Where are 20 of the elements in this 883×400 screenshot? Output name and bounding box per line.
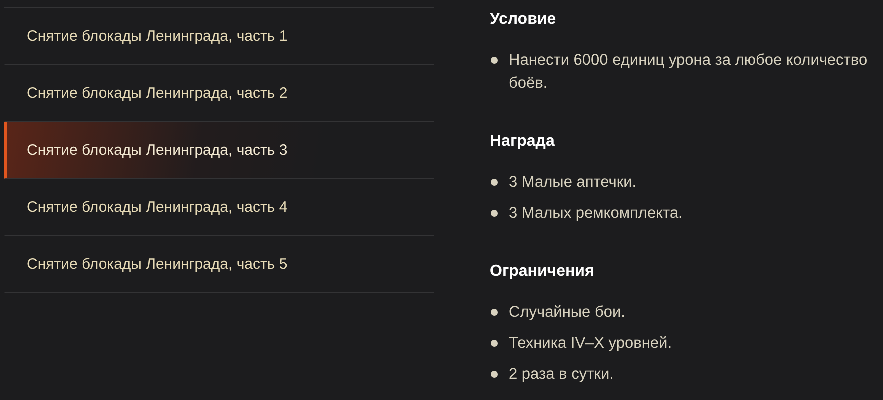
bullet-icon — [491, 210, 498, 217]
list-text: 3 Малые аптечки. — [509, 173, 637, 193]
bullet-icon — [491, 309, 498, 316]
list-text: 3 Малых ремкомплекта. — [509, 204, 683, 224]
mission-item[interactable]: Снятие блокады Ленинграда, часть 3 — [4, 122, 434, 179]
bullet-icon — [491, 371, 498, 378]
bullet-icon — [491, 179, 498, 186]
list-text: Случайные бои. — [509, 303, 626, 323]
section-heading: Условие — [490, 10, 558, 30]
section-heading: Награда — [490, 132, 556, 152]
mission-item[interactable]: Снятие блокады Ленинграда, часть 4 — [4, 179, 434, 236]
list-text: Техника IV–X уровней. — [509, 334, 672, 354]
mission-item[interactable]: Снятие блокады Ленинграда, часть 1 — [4, 8, 434, 65]
mission-item[interactable]: Снятие блокады Ленинграда, часть 5 — [4, 236, 434, 293]
mission-item[interactable]: Снятие блокады Ленинграда, часть 2 — [4, 65, 434, 122]
bullet-icon — [491, 57, 498, 64]
list-text: Нанести 6000 единиц урона за любое количество боёв. — [509, 51, 869, 94]
section-heading: Ограничения — [490, 262, 596, 282]
list-text: 2 раза в сутки. — [509, 365, 614, 385]
bullet-icon — [491, 340, 498, 347]
